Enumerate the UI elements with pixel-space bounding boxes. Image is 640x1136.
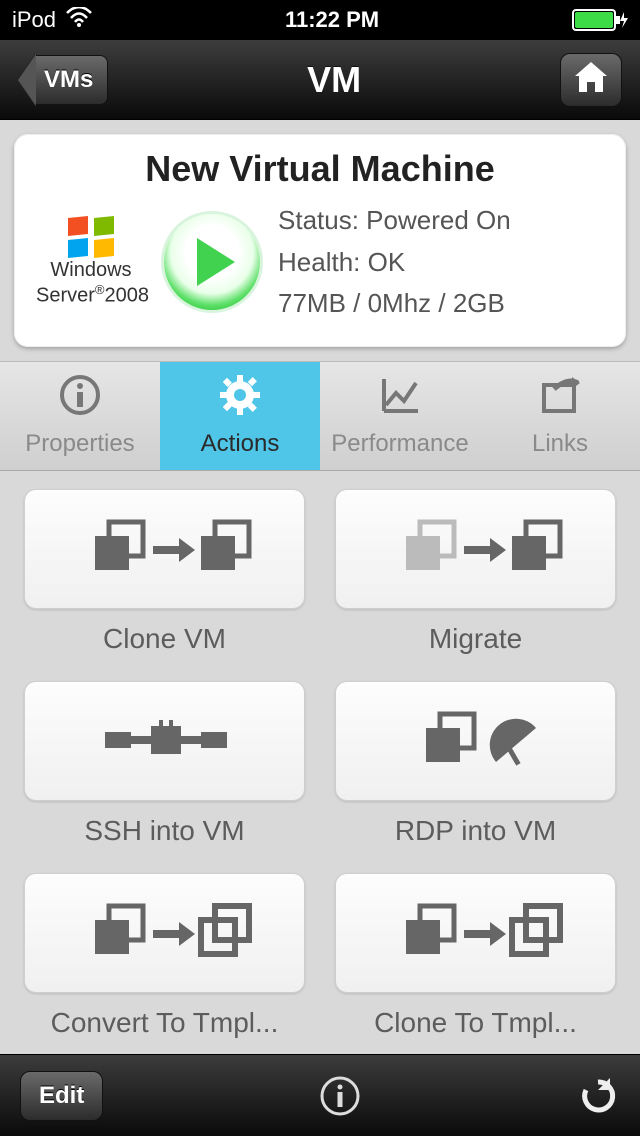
home-icon (573, 60, 609, 99)
action-ssh[interactable]: SSH into VM (24, 681, 305, 859)
tab-performance[interactable]: Performance (320, 362, 480, 470)
action-label: Clone To Tmpl... (335, 1007, 616, 1039)
info-button[interactable] (318, 1074, 362, 1118)
action-label: Convert To Tmpl... (24, 1007, 305, 1039)
status-label: Status: (278, 205, 359, 235)
health-label: Health: (278, 247, 360, 277)
tab-links[interactable]: Links (480, 362, 640, 470)
page-title: VM (307, 59, 361, 101)
convert-template-icon (75, 890, 255, 975)
edit-button-label: Edit (39, 1082, 84, 1109)
os-line1: Windows (36, 259, 146, 282)
tab-label: Performance (331, 430, 468, 458)
chart-icon (378, 373, 422, 424)
power-button[interactable] (164, 214, 260, 310)
os-line2b: 2008 (105, 285, 150, 307)
edit-button[interactable]: Edit (20, 1071, 103, 1121)
ssh-icon (75, 698, 255, 783)
status-bar: iPod 11:22 PM (0, 0, 640, 40)
tab-label: Actions (201, 430, 280, 458)
back-button[interactable]: VMs (18, 54, 108, 106)
vm-name: New Virtual Machine (36, 148, 604, 190)
action-label: Clone VM (24, 623, 305, 655)
action-rdp[interactable]: RDP into VM (335, 681, 616, 859)
vm-summary-card: New Virtual Machine Windows Server®2008 … (14, 134, 626, 347)
action-migrate[interactable]: Migrate (335, 489, 616, 667)
rdp-icon (386, 698, 566, 783)
health-value: OK (368, 247, 406, 277)
info-icon (58, 373, 102, 424)
action-label: SSH into VM (24, 815, 305, 847)
tab-label: Properties (25, 430, 134, 458)
play-icon (197, 238, 235, 286)
action-label: RDP into VM (335, 815, 616, 847)
migrate-icon (386, 506, 566, 591)
tab-bar: Properties Actions Performance Links (0, 361, 640, 471)
os-line2a: Server (36, 285, 95, 307)
refresh-icon (576, 1074, 620, 1118)
info-icon (318, 1074, 362, 1118)
tab-properties[interactable]: Properties (0, 362, 160, 470)
action-label: Migrate (335, 623, 616, 655)
clone-icon (75, 506, 255, 591)
wifi-icon (66, 7, 92, 33)
windows-icon (68, 217, 114, 257)
clock: 11:22 PM (285, 7, 379, 33)
nav-bar: VMs VM (0, 40, 640, 120)
action-clone-template[interactable]: Clone To Tmpl... (335, 873, 616, 1051)
status-value: Powered On (366, 205, 511, 235)
tab-label: Links (532, 430, 588, 458)
device-label: iPod (12, 7, 56, 33)
home-button[interactable] (560, 53, 622, 107)
resource-usage: 77MB / 0Mhz / 2GB (278, 283, 511, 325)
action-clone-vm[interactable]: Clone VM (24, 489, 305, 667)
refresh-button[interactable] (576, 1074, 620, 1118)
action-convert-template[interactable]: Convert To Tmpl... (24, 873, 305, 1051)
gear-icon (218, 373, 262, 424)
battery-icon (572, 8, 628, 32)
tab-actions[interactable]: Actions (160, 362, 320, 470)
os-logo: Windows Server®2008 (36, 217, 146, 308)
bottom-toolbar: Edit (0, 1054, 640, 1136)
chevron-left-icon (18, 54, 36, 106)
back-button-label: VMs (36, 55, 108, 105)
clone-template-icon (386, 890, 566, 975)
actions-grid: Clone VM Migrate SSH into VM RDP into VM… (0, 471, 640, 1051)
vm-status-block: Status: Powered On Health: OK 77MB / 0Mh… (278, 200, 511, 325)
share-icon (538, 373, 582, 424)
